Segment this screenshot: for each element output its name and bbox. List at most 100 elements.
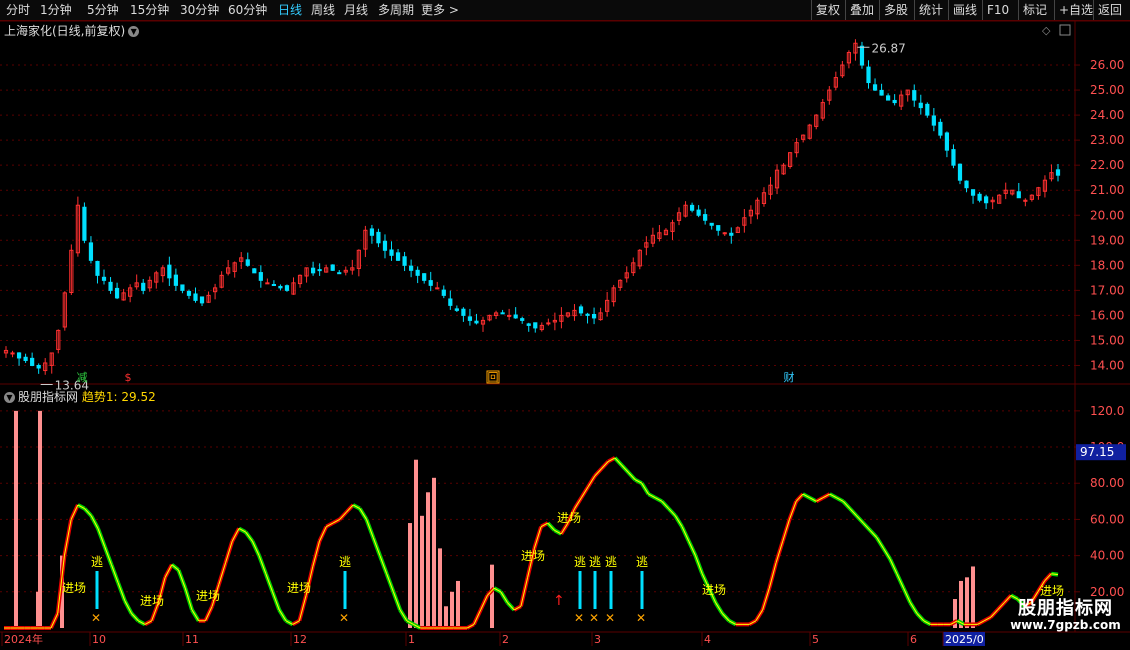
- candle-body: [141, 282, 146, 291]
- escape-signal-bar: [640, 571, 644, 609]
- candle-body: [872, 84, 878, 91]
- time-axis-label: 5: [812, 633, 819, 646]
- red-up-arrow-icon: ↑: [553, 593, 565, 609]
- histogram-bar: [420, 515, 424, 628]
- candle-body: [507, 314, 512, 317]
- indicator-axis-label: 80.00: [1090, 476, 1124, 490]
- time-axis-label: 4: [704, 633, 711, 646]
- candle-body: [284, 285, 290, 291]
- candle-body: [689, 204, 695, 211]
- candle-body: [101, 276, 107, 281]
- trend-line: [372, 537, 381, 556]
- entry-signal-label: 进场: [521, 549, 545, 563]
- candle-body: [337, 272, 342, 275]
- trend-line: [218, 562, 227, 585]
- time-axis-label: 3: [594, 633, 601, 646]
- histogram-bar: [438, 548, 442, 628]
- candle-body: [964, 180, 969, 189]
- trend-line: [768, 562, 777, 589]
- trend-line: [184, 588, 193, 611]
- time-axis-label: 1: [408, 633, 415, 646]
- candle-body: [533, 322, 538, 329]
- stock-title-text: 上海家化(日线,前复权): [4, 24, 126, 38]
- trend-line: [379, 555, 388, 574]
- trend-line: [110, 564, 119, 583]
- chevron-down-icon[interactable]: ▼: [128, 26, 140, 37]
- trend-line: [392, 591, 401, 611]
- candle-body: [252, 268, 257, 274]
- candle-body: [108, 281, 113, 291]
- candle-body: [546, 322, 551, 325]
- candle-body: [23, 356, 28, 361]
- histogram-bar: [490, 564, 494, 628]
- candle-body: [88, 242, 94, 261]
- indicator-axis-label: 20.00: [1090, 585, 1124, 599]
- candle-body: [30, 357, 35, 366]
- stock-chart-canvas[interactable]: 26.00 25.00 24.00 23.00 22.00 21.00 20.00 19.00…: [0, 0, 1130, 650]
- candle-body: [193, 293, 198, 301]
- indicator-title[interactable]: ▼ 股朋指标网 趋势1: 29.52: [4, 388, 156, 405]
- price-axis-label: 24.00: [1090, 108, 1124, 122]
- price-axis-label: 26.00: [1090, 58, 1124, 72]
- candle-body: [409, 265, 414, 271]
- main-chart-title[interactable]: 上海家化(日线,前复权) ▼: [4, 22, 140, 39]
- histogram-bar: [444, 606, 448, 628]
- escape-signal-bar: [343, 571, 347, 609]
- candle-body: [180, 284, 185, 291]
- time-axis-label: 2: [502, 633, 509, 646]
- candle-body: [265, 282, 270, 285]
- trend-line: [50, 613, 59, 629]
- event-marker: 财: [784, 370, 795, 384]
- indicator-axis-label: 120.0: [1090, 404, 1124, 418]
- escape-signal-label: 逃: [91, 555, 103, 569]
- candle-body: [703, 214, 708, 221]
- entry-signal-label: 进场: [1040, 584, 1064, 598]
- candle-body: [271, 284, 277, 287]
- escape-figure-icon: ✕: [605, 611, 615, 625]
- candle-body: [925, 103, 930, 116]
- candle-body: [716, 225, 721, 231]
- trend-line: [97, 528, 106, 547]
- price-axis-label: 22.00: [1090, 158, 1124, 172]
- histogram-bar: [432, 477, 436, 628]
- candle-body: [578, 306, 584, 314]
- candle-body: [186, 290, 192, 296]
- candle-body: [859, 45, 865, 66]
- candle-body: [199, 296, 205, 304]
- candle-body: [10, 352, 15, 355]
- candle-body: [376, 231, 381, 244]
- candle-body: [931, 115, 936, 126]
- time-axis-label: 6: [910, 633, 917, 646]
- trend-line: [70, 504, 79, 520]
- trend-line: [298, 595, 307, 621]
- candle-body: [402, 256, 407, 266]
- price-axis-label: 25.00: [1090, 83, 1124, 97]
- candle-body: [970, 189, 976, 196]
- high-price-label: 26.87: [871, 41, 905, 55]
- escape-signal-bar: [593, 571, 597, 609]
- trend-line: [104, 546, 112, 565]
- histogram-bar: [408, 523, 412, 628]
- trend-line: [164, 564, 173, 578]
- candle-body: [36, 364, 41, 369]
- escape-signal-label: 逃: [589, 555, 601, 569]
- candle-body: [422, 273, 427, 281]
- histogram-bar: [36, 591, 40, 628]
- candle-body: [114, 287, 120, 299]
- trend-line: [788, 501, 797, 520]
- entry-signal-label: 进场: [196, 589, 220, 603]
- entry-signal-label: 进场: [557, 511, 581, 525]
- candle-body: [696, 209, 701, 216]
- trend-line: [63, 519, 72, 556]
- price-axis-label: 20.00: [1090, 208, 1124, 222]
- candle-body: [467, 316, 473, 321]
- chevron-down-icon[interactable]: ▼: [4, 392, 15, 403]
- trend-line: [312, 541, 321, 567]
- trend-line: [386, 573, 394, 592]
- candle-body: [16, 352, 22, 359]
- watermark-title: 股朋指标网: [1018, 598, 1113, 619]
- trend-line: [366, 519, 374, 538]
- candle-body: [82, 206, 87, 241]
- escape-signal-bar: [609, 571, 613, 609]
- watermark-url: www.7gpzb.com: [1010, 617, 1121, 632]
